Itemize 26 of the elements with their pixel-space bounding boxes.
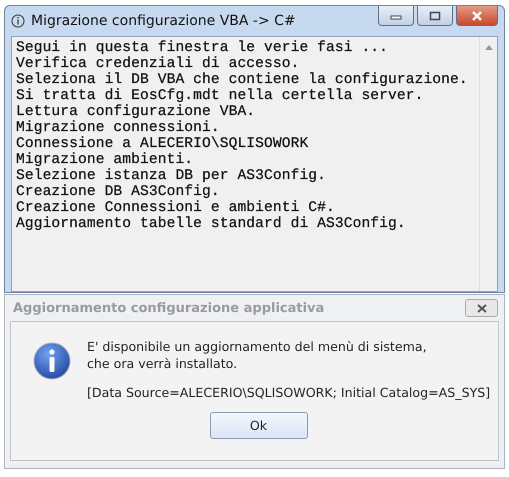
info-icon bbox=[11, 14, 25, 28]
maximize-button[interactable] bbox=[417, 6, 453, 26]
log-line: Aggiornamento tabelle standard di AS3Config. bbox=[16, 216, 407, 232]
window-title: Migrazione configurazione VBA -> C# bbox=[31, 13, 296, 29]
log-line: Seleziona il DB VBA che contiene la configurazione. bbox=[16, 72, 469, 88]
log-line: Si tratta di EosCfg.mdt nella certella server. bbox=[16, 88, 424, 104]
close-button[interactable] bbox=[465, 299, 498, 317]
dialog-message: E' disponibile un aggiornamento del menù di sistema, che ora verrà installato. bbox=[87, 338, 428, 372]
connection-details: [Data Source=ALECERIO\SQLISOWORK; Initial Catalog=AS_SYS] bbox=[87, 385, 490, 400]
log-line: Selezione istanza DB per AS3Config. bbox=[16, 168, 328, 184]
ok-button[interactable]: Ok bbox=[210, 412, 308, 439]
log-line: Creazione Connessioni e ambienti C#. bbox=[16, 200, 336, 216]
log-line: Migrazione connessioni. bbox=[16, 120, 221, 136]
log-line: Verifica credenziali di accesso. bbox=[16, 56, 300, 72]
close-button[interactable] bbox=[456, 6, 498, 26]
maximize-icon bbox=[429, 10, 441, 20]
close-icon bbox=[470, 10, 484, 20]
log-line: Migrazione ambienti. bbox=[16, 152, 194, 168]
info-icon bbox=[33, 342, 71, 380]
minimize-button[interactable] bbox=[378, 6, 414, 26]
dialog-title: Aggiornamento configurazione applicativa bbox=[13, 300, 324, 316]
close-icon bbox=[476, 304, 488, 312]
log-line: Lettura configurazione VBA. bbox=[16, 104, 256, 120]
log-line: Segui in questa finestra le verie fasi ... bbox=[16, 40, 390, 56]
log-line: Connessione a ALECERIO\SQLISOWORK bbox=[16, 136, 310, 152]
log-line: Creazione DB AS3Config. bbox=[16, 184, 221, 200]
